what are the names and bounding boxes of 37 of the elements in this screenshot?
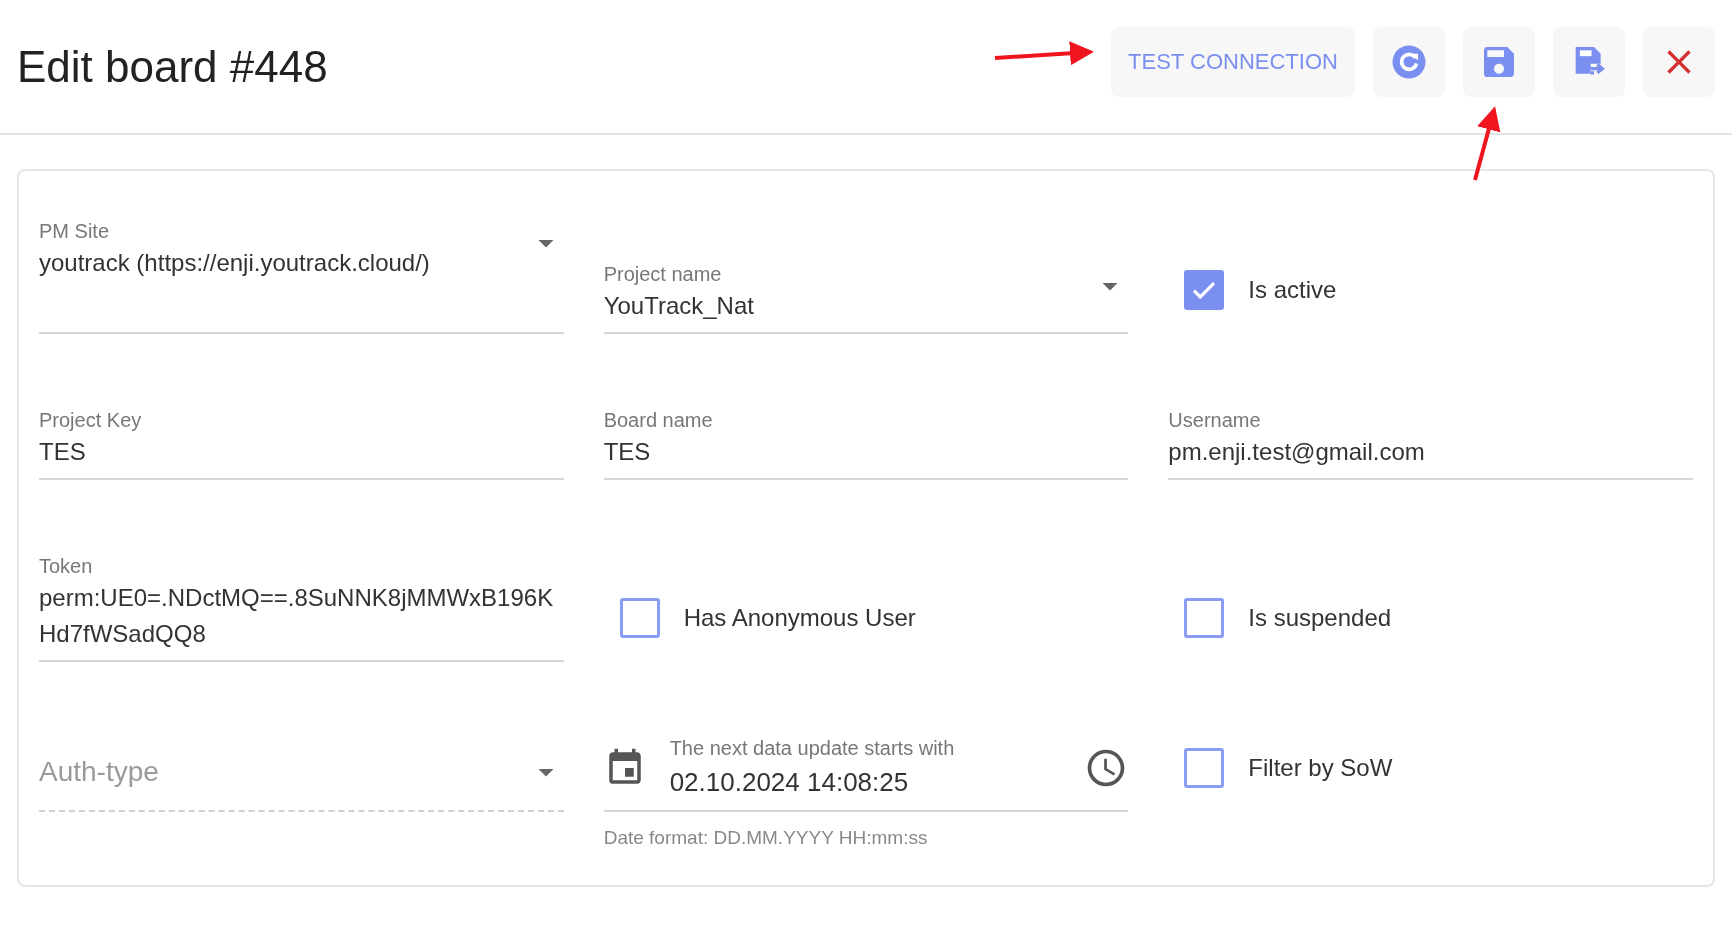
field-label: The next data update starts with <box>669 736 956 761</box>
field-label: Project name <box>603 262 723 287</box>
field-label: Project Key <box>39 408 143 433</box>
field-value: TES <box>603 437 652 467</box>
field-value: YouTrack_Nat <box>603 291 755 321</box>
field-placeholder: Auth-type <box>39 755 160 789</box>
checkbox-label: Is suspended <box>1248 603 1392 633</box>
text-field[interactable]: Token perm:UE0=.NDctMQ==.8SuNNK8jMMWxB196KHd7fWSadQQ8 <box>39 552 564 662</box>
refresh-icon <box>1391 43 1427 80</box>
checkbox-label: Has Anonymous User <box>683 603 916 633</box>
save-and-export-button[interactable] <box>1553 26 1625 97</box>
checkbox[interactable] <box>1184 748 1225 788</box>
checkbox[interactable] <box>1184 598 1225 638</box>
select-field[interactable]: PM Site youtrack (https://enji.youtrack.cloud/) <box>39 217 564 334</box>
checkbox-label: Is active <box>1248 275 1337 305</box>
save-button[interactable] <box>1463 26 1535 97</box>
field-label: PM Site <box>39 219 111 244</box>
field-label: Username <box>1168 408 1262 433</box>
field-value: TES <box>39 437 87 467</box>
field-value: youtrack (https://enji.youtrack.cloud/) <box>39 248 431 278</box>
checkbox[interactable] <box>619 598 660 638</box>
field-value: pm.enji.test@gmail.com <box>1168 437 1426 467</box>
refresh-button[interactable] <box>1373 26 1445 97</box>
text-field[interactable]: Project Key TES <box>39 406 564 480</box>
checkbox-label: Filter by SoW <box>1248 753 1393 783</box>
datetime-field[interactable]: The next data update starts with 02.10.2024 14:08:25 <box>603 734 1129 812</box>
page-title: Edit board #448 <box>17 40 328 93</box>
helper-text: Date format: DD.MM.YYYY HH:mm:ss <box>603 828 928 848</box>
field-label: Token <box>39 554 94 579</box>
checkbox[interactable] <box>1184 270 1225 310</box>
select-field[interactable]: Project name YouTrack_Nat <box>603 260 1129 334</box>
text-field[interactable]: Username pm.enji.test@gmail.com <box>1168 406 1693 480</box>
close-button[interactable] <box>1643 26 1715 97</box>
field-value: perm:UE0=.NDctMQ==.8SuNNK8jMMWxB196KHd7fWSadQQ8 <box>39 583 555 649</box>
field-label: Board name <box>603 408 714 433</box>
field-value: 02.10.2024 14:08:25 <box>669 766 910 799</box>
text-field[interactable]: Board name TES <box>603 406 1129 480</box>
